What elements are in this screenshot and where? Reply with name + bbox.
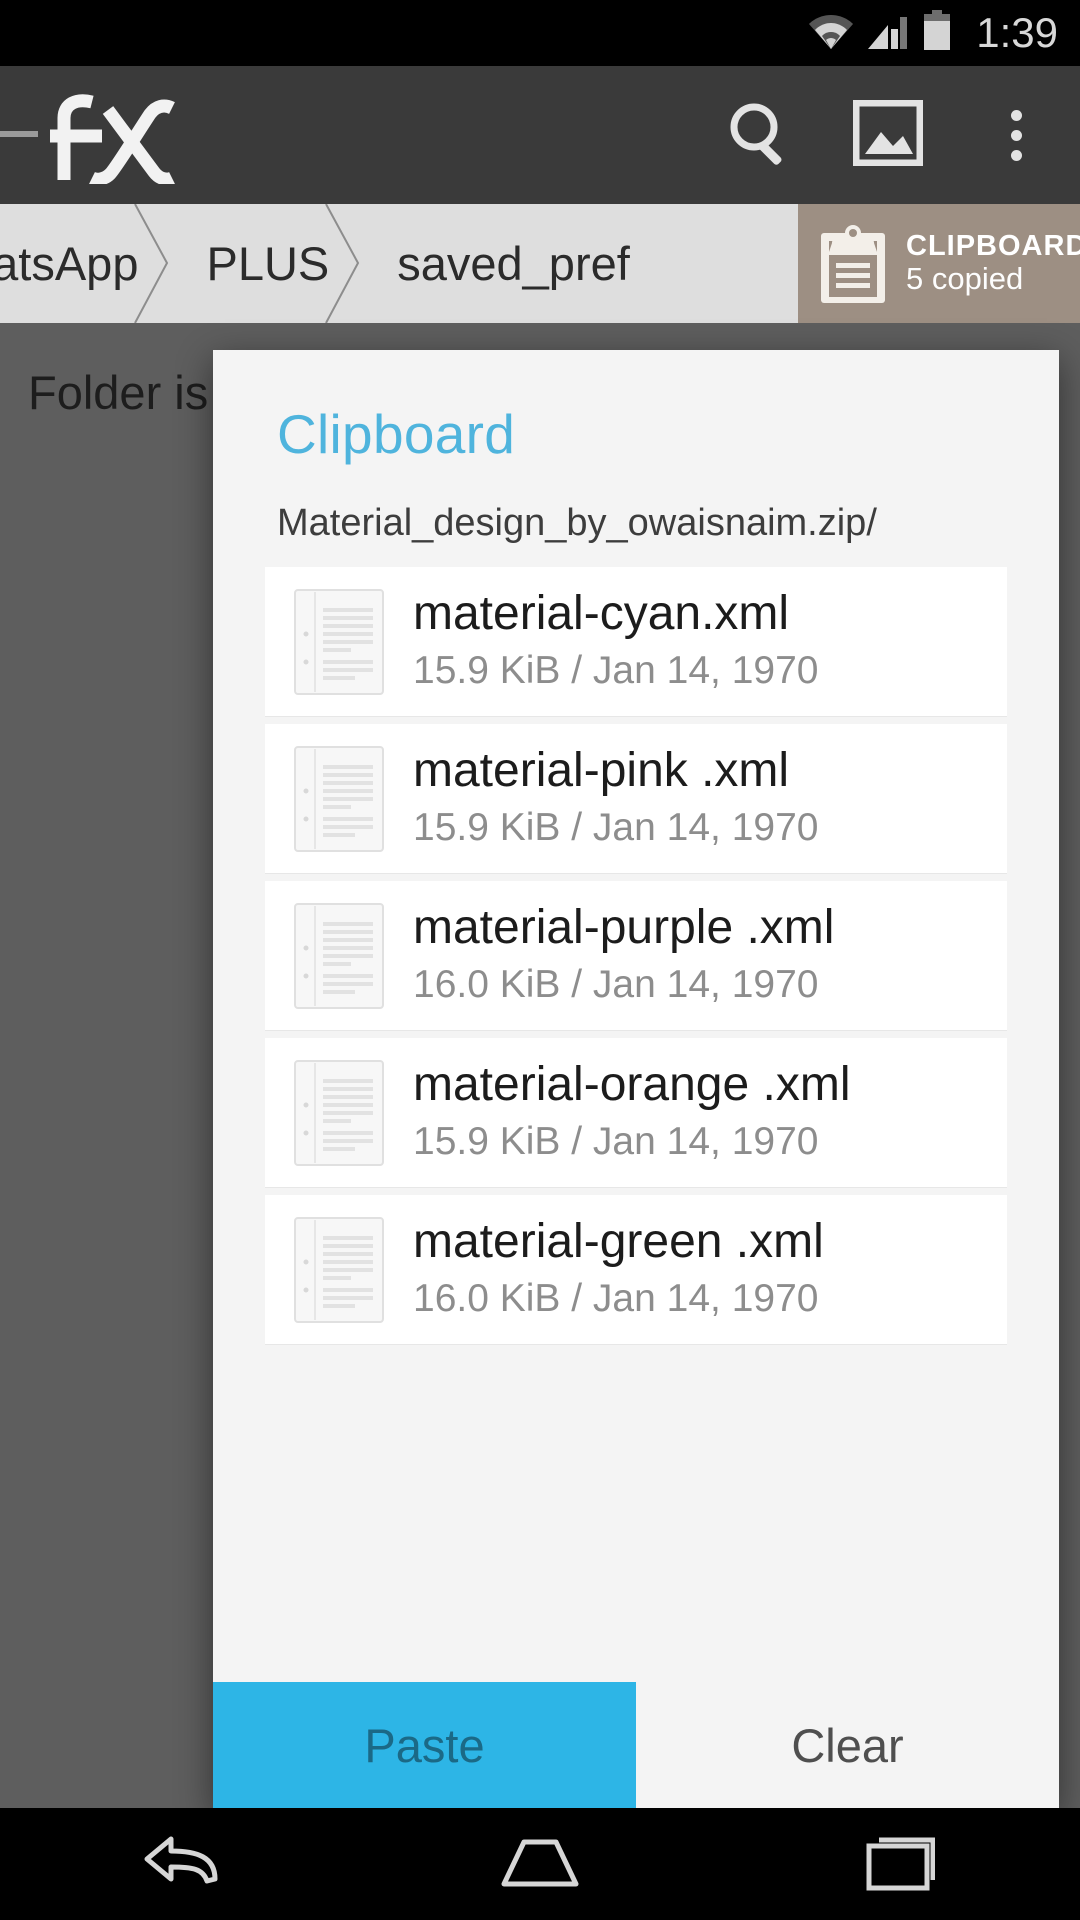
chevron-right-icon bbox=[324, 204, 364, 323]
breadcrumb-item-1[interactable]: PLUS bbox=[172, 204, 363, 323]
recents-icon bbox=[865, 1832, 936, 1897]
list-item-text: material-orange .xml 15.9 KiB / Jan 14, … bbox=[413, 1057, 850, 1168]
clipboard-chip[interactable]: CLIPBOARD 5 copied bbox=[798, 204, 1080, 323]
app-bar bbox=[0, 66, 1080, 204]
breadcrumb-items: hatsApp PLUS saved_pref bbox=[0, 204, 798, 323]
file-name: material-cyan.xml bbox=[413, 586, 790, 640]
clipboard-icon bbox=[816, 223, 890, 305]
list-item-text: material-green .xml 16.0 KiB / Jan 14, 1… bbox=[413, 1214, 824, 1325]
dialog-path: Material_design_by_owaisnaim.zip/ bbox=[277, 502, 877, 544]
file-name: material-orange .xml bbox=[413, 1057, 851, 1111]
file-name: material-purple .xml bbox=[413, 900, 835, 954]
search-button[interactable] bbox=[696, 66, 824, 204]
image-icon bbox=[852, 99, 924, 171]
breadcrumb-item-2[interactable]: saved_pref bbox=[363, 204, 664, 323]
list-item[interactable]: material-pink .xml 15.9 KiB / Jan 14, 19… bbox=[265, 724, 1007, 873]
status-bar-clock: 1:39 bbox=[976, 9, 1058, 56]
list-item[interactable]: material-cyan.xml 15.9 KiB / Jan 14, 197… bbox=[265, 567, 1007, 716]
clear-button[interactable]: Clear bbox=[636, 1682, 1059, 1808]
home-button[interactable] bbox=[465, 1808, 615, 1920]
cellular-signal-icon bbox=[866, 11, 910, 56]
recents-button[interactable] bbox=[825, 1808, 975, 1920]
home-icon bbox=[498, 1834, 582, 1895]
file-meta: 15.9 KiB / Jan 14, 1970 bbox=[413, 1120, 819, 1164]
search-icon bbox=[726, 99, 794, 172]
list-item-text: material-purple .xml 16.0 KiB / Jan 14, … bbox=[413, 900, 834, 1011]
clipboard-chip-subtitle: 5 copied bbox=[906, 261, 1024, 297]
overflow-menu-icon bbox=[1010, 109, 1022, 161]
document-icon bbox=[293, 1059, 385, 1167]
overflow-menu-button[interactable] bbox=[952, 66, 1080, 204]
fx-app-logo[interactable] bbox=[46, 92, 176, 186]
paste-button[interactable]: Paste bbox=[213, 1682, 636, 1808]
clipboard-chip-text: CLIPBOARD 5 copied bbox=[906, 230, 1080, 297]
empty-folder-message: Folder is bbox=[28, 366, 209, 419]
document-icon bbox=[293, 588, 385, 696]
file-meta: 15.9 KiB / Jan 14, 1970 bbox=[413, 649, 819, 693]
dialog-spacer bbox=[213, 1352, 1059, 1682]
dialog-actions: Paste Clear bbox=[213, 1682, 1059, 1808]
wifi-icon bbox=[808, 11, 854, 56]
file-name: material-green .xml bbox=[413, 1214, 824, 1268]
clipboard-file-list: material-cyan.xml 15.9 KiB / Jan 14, 197… bbox=[213, 545, 1059, 1352]
dialog-title: Clipboard bbox=[277, 403, 516, 465]
breadcrumb-label: hatsApp bbox=[0, 237, 139, 290]
breadcrumb-label: PLUS bbox=[206, 237, 330, 290]
file-meta: 16.0 KiB / Jan 14, 1970 bbox=[413, 1277, 819, 1321]
clipboard-chip-title: CLIPBOARD bbox=[906, 229, 1080, 262]
back-button[interactable] bbox=[105, 1808, 255, 1920]
chevron-right-icon bbox=[133, 204, 173, 323]
navigation-bar bbox=[0, 1808, 1080, 1920]
drawer-indicator-icon[interactable] bbox=[0, 131, 38, 137]
breadcrumb-item-0[interactable]: hatsApp bbox=[0, 204, 172, 323]
back-icon bbox=[141, 1835, 219, 1894]
battery-icon bbox=[922, 9, 952, 57]
list-item-text: material-pink .xml 15.9 KiB / Jan 14, 19… bbox=[413, 743, 818, 854]
file-meta: 16.0 KiB / Jan 14, 1970 bbox=[413, 963, 819, 1007]
document-icon bbox=[293, 902, 385, 1010]
list-item[interactable]: material-green .xml 16.0 KiB / Jan 14, 1… bbox=[265, 1195, 1007, 1344]
file-meta: 15.9 KiB / Jan 14, 1970 bbox=[413, 806, 819, 850]
list-item[interactable]: material-purple .xml 16.0 KiB / Jan 14, … bbox=[265, 881, 1007, 1030]
list-item-text: material-cyan.xml 15.9 KiB / Jan 14, 197… bbox=[413, 586, 818, 697]
document-icon bbox=[293, 745, 385, 853]
status-bar: 1:39 bbox=[0, 0, 1080, 66]
list-item[interactable]: material-orange .xml 15.9 KiB / Jan 14, … bbox=[265, 1038, 1007, 1187]
file-name: material-pink .xml bbox=[413, 743, 790, 797]
clipboard-dialog: Clipboard Material_design_by_owaisnaim.z… bbox=[213, 350, 1059, 1808]
document-icon bbox=[293, 1216, 385, 1324]
image-button[interactable] bbox=[824, 66, 952, 204]
app-bar-actions bbox=[696, 66, 1080, 204]
breadcrumb-label: saved_pref bbox=[397, 237, 630, 290]
breadcrumb: hatsApp PLUS saved_pref bbox=[0, 204, 1080, 323]
android-screen: 1:39 atsApp PLUS saved_pref CLIPBOARD 5 … bbox=[0, 0, 1080, 1920]
